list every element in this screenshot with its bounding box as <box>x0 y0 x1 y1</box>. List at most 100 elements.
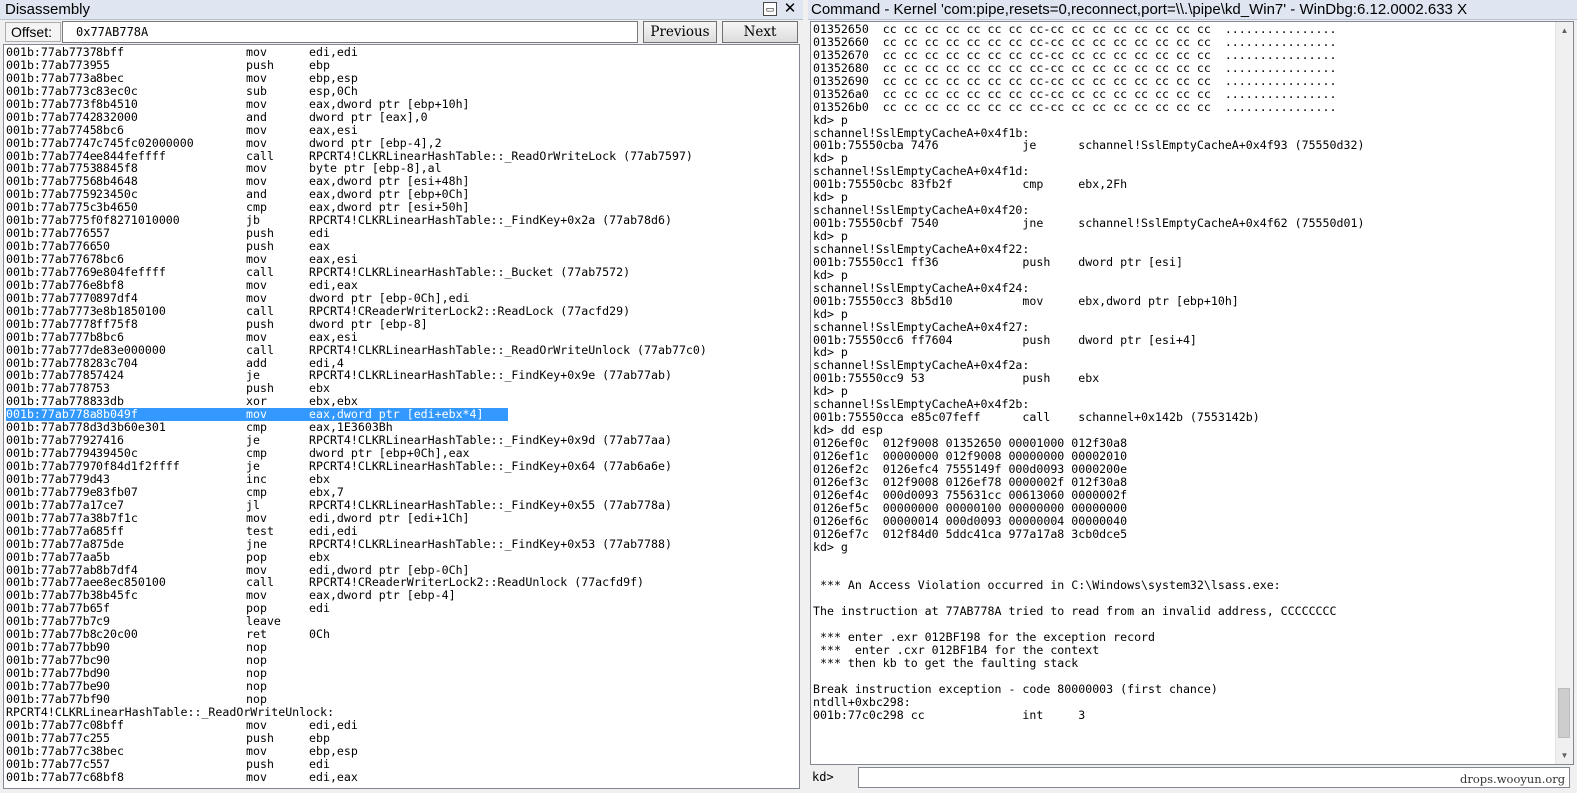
output-line: 01352660 cc cc cc cc cc cc cc cc-cc cc c… <box>813 34 1337 49</box>
row-address: 001b:77ab77c5 <box>6 756 97 771</box>
disassembly-row[interactable]: 001b:77ab77a6 85ff test edi,edi <box>6 523 508 538</box>
row-address: 001b:77ab77c2 <box>6 730 97 745</box>
row-mnemonic: mov <box>246 743 267 758</box>
output-line: 013526a0 cc cc cc cc cc cc cc cc-cc cc c… <box>813 86 1337 101</box>
next-button[interactable]: Next <box>722 21 798 43</box>
row-mnemonic: call <box>246 264 274 279</box>
disassembly-row[interactable]: 001b:77ab77bd 90 nop <box>6 667 508 680</box>
row-address: 001b:77ab7797 <box>6 459 97 473</box>
row-bytes: 8bc6 <box>96 329 124 344</box>
scroll-thumb[interactable] <box>1558 688 1570 738</box>
disassembly-row[interactable]: 001b:77ab7767 8bc6 mov eax,esi <box>6 253 508 266</box>
disassembly-symbol-label[interactable]: RPCRT4!CLKRLinearHashTable::_ReadOrWrite… <box>6 705 508 719</box>
row-mnemonic: mov <box>246 45 267 59</box>
row-address: 001b:77ab7773 <box>6 303 97 318</box>
scroll-up-icon[interactable]: ▲ <box>1556 22 1573 39</box>
command-window: Command - Kernel 'com:pipe,resets=0,reco… <box>808 0 1577 793</box>
row-bytes: 8bec <box>96 70 124 85</box>
scroll-down-icon[interactable]: ▼ <box>1556 747 1573 764</box>
disassembly-row[interactable]: 001b:77ab7778 ff75f8 push dword ptr [ebp-8] <box>6 316 508 331</box>
disassembly-row[interactable]: 001b:77ab77be 90 nop <box>6 679 508 693</box>
disassembly-lines: 001b:77ab7737 8bff mov edi,edi 001b:77ab7739… <box>6 46 707 784</box>
disassembly-row[interactable]: 001b:77ab77c5 57 push edi <box>6 756 508 771</box>
row-bytes: ff75f8 <box>96 316 138 331</box>
row-operands: edi,edi <box>309 717 358 732</box>
row-mnemonic: jne <box>246 536 267 551</box>
output-line: 0126ef0c 012f9008 01352650 00001000 012f… <box>813 436 1128 450</box>
vertical-scrollbar[interactable]: ▲ ▼ <box>1555 22 1573 764</box>
command-output[interactable]: 01352650 cc cc cc cc cc cc cc cc-cc cc c… <box>810 21 1574 765</box>
disassembly-row[interactable]: 001b:77ab77a3 8b7f1c mov edi,dword ptr [edi… <box>6 510 508 525</box>
disassembly-row[interactable]: 001b:77ab773f 8b4510 mov eax,dword ptr [ebp… <box>6 97 508 111</box>
disassembly-row[interactable]: 001b:77ab77a8 75de jne RPCRT4!CLKRLinearHas… <box>6 536 672 551</box>
disassembly-title-bar[interactable]: Disassembly ▭ ✕ <box>0 0 803 20</box>
row-address: 001b:77ab77c0 <box>6 717 97 732</box>
disassembly-row[interactable]: 001b:77ab776e 8bf8 mov edi,eax <box>6 277 508 292</box>
row-mnemonic: call <box>246 342 274 357</box>
row-operands: dword ptr [ebp-4],2 <box>309 135 442 150</box>
row-bytes: 8bf8 <box>96 277 124 292</box>
disassembly-row[interactable]: 001b:77ab779d 43 inc ebx <box>6 472 508 486</box>
disassembly-row[interactable]: 001b:77ab7769 e804feffff call RPCRT4!CLKRLi… <box>6 264 630 279</box>
output-line: 0126ef4c 000d0093 755631cc 00613060 0000… <box>813 487 1128 502</box>
disassembly-row[interactable]: 001b:77ab7747 c745fc02000000 mov dword ptr … <box>6 135 508 150</box>
output-line: 001b:75550cbf 7540 jne schannel!SslEmpty… <box>813 216 1365 231</box>
disassembly-row[interactable]: 001b:77ab773a 8bec mov ebp,esp <box>6 70 508 85</box>
disassembly-listing[interactable]: 001b:77ab7737 8bff mov edi,edi 001b:77ab7739… <box>3 44 800 789</box>
disassembly-row[interactable]: 001b:77ab777b 8bc6 mov eax,esi <box>6 329 508 344</box>
output-line: schannel!SslEmptyCacheA+0x4f27: <box>813 319 1030 334</box>
row-address: 001b:77ab7737 <box>6 45 97 59</box>
restore-icon[interactable]: ▭ <box>763 2 777 16</box>
row-mnemonic: mov <box>246 510 267 525</box>
row-operands: RPCRT4!CLKRLinearHashTable::_FindKey+0x5… <box>309 497 672 512</box>
disassembly-row[interactable]: 001b:77ab77c0 8bff mov edi,edi <box>6 717 508 732</box>
disassembly-row[interactable]: 001b:77ab7742 832000 and dword ptr [eax],0 <box>6 109 508 124</box>
row-mnemonic: je <box>246 459 260 473</box>
watermark: drops.wooyun.org <box>1460 772 1566 786</box>
disassembly-row[interactable]: 001b:77ab7770 897df4 mov dword ptr [ebp-0Ch… <box>6 291 508 305</box>
disassembly-row[interactable]: 001b:77ab77c3 8bec mov ebp,esp <box>6 743 508 758</box>
disassembly-row[interactable]: 001b:77ab777d e83e000000 call RPCRT4!CLKRLi… <box>6 342 707 357</box>
disassembly-row[interactable]: 001b:77ab77a1 7ce7 jl RPCRT4!CLKRLinearHash… <box>6 497 672 512</box>
row-mnemonic: test <box>246 523 274 538</box>
row-mnemonic: mov <box>246 122 267 137</box>
disassembly-row[interactable]: 001b:77ab7797 0f84d1f2ffff je RPCRT4!CLKRLi… <box>6 459 672 473</box>
output-line: 001b:75550cc6 ff7604 push dword ptr [esi… <box>813 332 1197 347</box>
row-bytes: 832000 <box>96 109 138 124</box>
output-line: 01352680 cc cc cc cc cc cc cc cc-cc cc c… <box>813 60 1337 75</box>
disassembly-row[interactable]: 001b:77ab7745 8bc6 mov eax,esi <box>6 122 508 137</box>
previous-button[interactable]: Previous <box>643 21 717 43</box>
row-mnemonic: mov <box>246 70 267 85</box>
disassembly-row[interactable]: 001b:77ab779e 83fb07 cmp ebx,7 <box>6 484 508 499</box>
disassembly-row[interactable]: 001b:77ab77c2 55 push ebp <box>6 730 508 745</box>
output-line: The instruction at 77AB778A tried to rea… <box>813 604 1337 619</box>
offset-bar: Offset: Previous Next <box>0 21 803 43</box>
disassembly-row[interactable]: 001b:77ab77c6 8bf8 mov edi,eax <box>6 770 508 784</box>
row-operands: ebx <box>309 549 330 564</box>
disassembly-row[interactable]: 001b:77ab77aa 5b pop ebx <box>6 549 508 564</box>
row-bytes: 55 <box>96 57 110 72</box>
row-mnemonic: cmp <box>246 484 267 499</box>
offset-label: Offset: <box>5 22 61 42</box>
row-address: 001b:77ab77bd <box>6 666 97 680</box>
output-line: 001b:75550cc3 8b5d10 mov ebx,dword ptr [… <box>813 293 1239 308</box>
disassembly-row[interactable]: 001b:77ab77bf 90 nop <box>6 692 508 706</box>
row-bytes: 8bff <box>96 717 124 732</box>
row-operands: RPCRT4!CLKRLinearHashTable::_FindKey+0x2… <box>309 213 672 228</box>
close-icon[interactable]: ✕ <box>783 1 797 16</box>
prompt-label: kd> <box>812 770 834 784</box>
row-address: 001b:77ab773c <box>6 83 97 98</box>
row-address: 001b:77ab77a3 <box>6 510 97 525</box>
row-bytes: 7ce7 <box>96 497 124 512</box>
row-operands: RPCRT4!CLKRLinearHashTable::_ReadOrWrite… <box>309 342 707 357</box>
command-output-lines: 01352650 cc cc cc cc cc cc cc cc-cc cc c… <box>813 23 1364 722</box>
disassembly-row[interactable]: 001b:77ab7737 8bff mov edi,edi <box>6 46 508 59</box>
disassembly-row[interactable]: 001b:77ab7773 e8b1850100 call RPCRT4!CReade… <box>6 303 630 318</box>
row-operands: esp,0Ch <box>309 83 358 98</box>
output-line: *** An Access Violation occurred in C:\W… <box>813 578 1281 593</box>
command-title-bar[interactable]: Command - Kernel 'com:pipe,resets=0,reco… <box>808 0 1577 20</box>
output-line: 01352650 cc cc cc cc cc cc cc cc-cc cc c… <box>813 22 1337 36</box>
disassembly-row[interactable]: 001b:77ab773c 83ec0c sub esp,0Ch <box>6 83 508 98</box>
disassembly-row[interactable]: 001b:77ab7739 55 push ebp <box>6 57 508 72</box>
offset-input[interactable] <box>62 21 638 43</box>
